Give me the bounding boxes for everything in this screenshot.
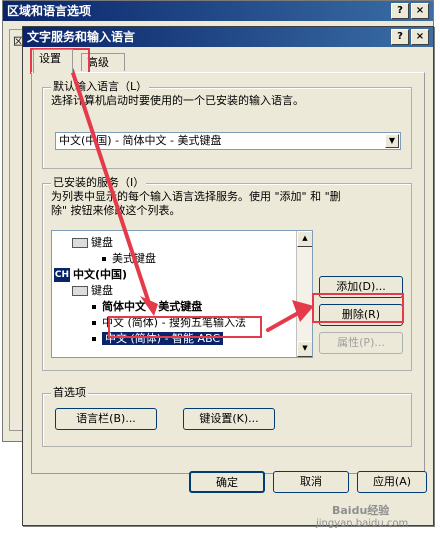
tab-settings[interactable]: 设置	[33, 49, 73, 73]
arrow-head-icon	[292, 300, 314, 322]
red-arrow-icon	[266, 310, 302, 332]
watermark-brand: Baidu经验	[332, 504, 390, 517]
annotation-arrows	[70, 68, 314, 332]
watermark-url: jingyan.baidu.com	[316, 518, 409, 529]
red-arrow-icon	[70, 68, 150, 302]
